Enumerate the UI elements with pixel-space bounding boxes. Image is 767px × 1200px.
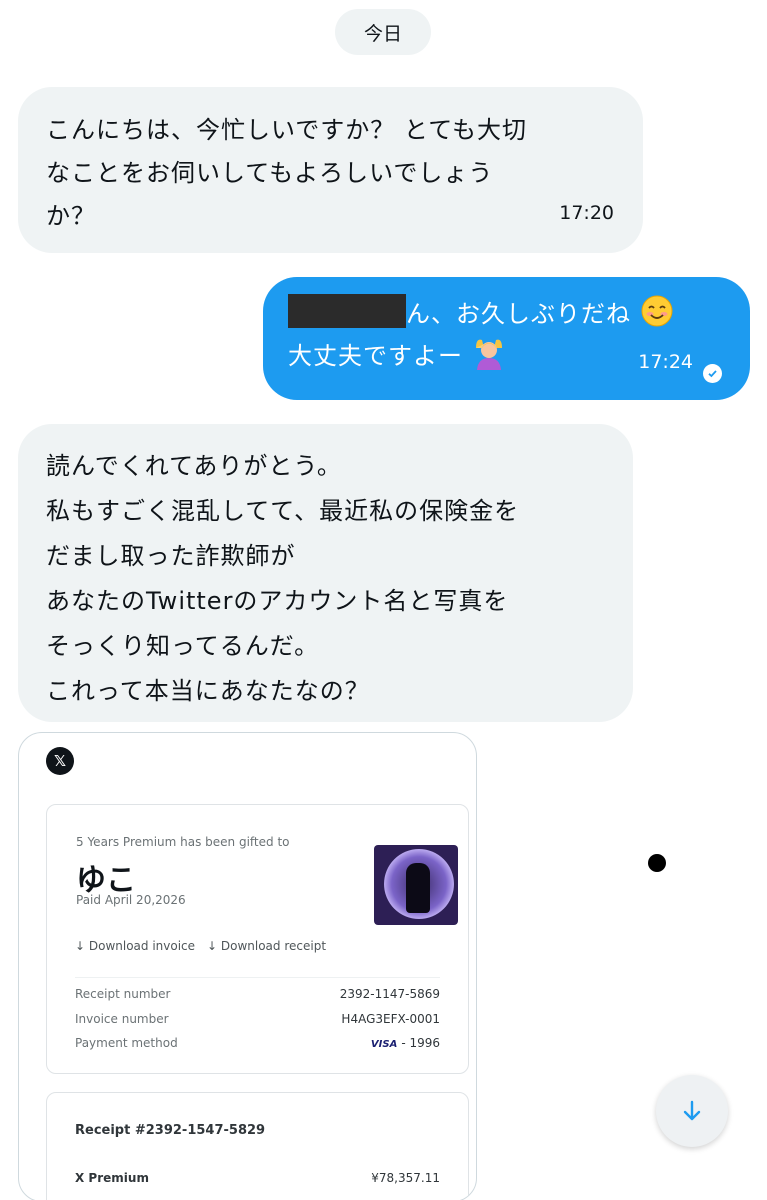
message-timestamp: 17:24 [638, 351, 693, 373]
outgoing-message[interactable]: ん、お久しぶりだね 大丈夫ですよー 17:24 [263, 277, 750, 400]
message-text-line: あなたのTwitterのアカウント名と写真を [46, 587, 509, 615]
receipt-number-label: Receipt number [75, 987, 171, 1001]
visa-logo: VISA [370, 1039, 398, 1050]
invoice-number-label: Invoice number [75, 1012, 169, 1026]
payment-method-label: Payment method [75, 1036, 178, 1050]
scroll-to-bottom-button[interactable] [656, 1075, 728, 1147]
receipt-card: Receipt #2392-1547-5829 X Premium ¥78,35… [46, 1092, 469, 1200]
payment-method-value: VISA - 1996 [370, 1036, 440, 1050]
message-timestamp: 17:20 [559, 202, 614, 224]
receipt-number-value: 2392-1147-5869 [339, 987, 440, 1001]
date-separator: 今日 [335, 9, 431, 55]
invoice-number-value: H4AG3EFX-0001 [341, 1012, 440, 1026]
black-dot [648, 854, 666, 872]
message-text-line: 読んでくれてありがとう。 [46, 452, 342, 480]
message-text-line: か？ [46, 202, 96, 230]
x-logo-icon: 𝕏 [46, 747, 74, 775]
avatar [374, 845, 458, 925]
receipt-title: Receipt #2392-1547-5829 [75, 1123, 266, 1138]
download-receipt-link: ↓ Download receipt [207, 939, 327, 953]
person-gesturing-ok-emoji-icon [475, 339, 502, 370]
paid-date: Paid April 20,2026 [76, 893, 186, 907]
message-text-line: これって本当にあなたなの？ [46, 677, 370, 705]
message-text-line: 私もすごく混乱してて、最近私の保険金を [46, 497, 520, 525]
item-label: X Premium [75, 1171, 149, 1185]
receipt-image-attachment[interactable]: 𝕏 5 Years Premium has been gifted to ゆこ … [18, 732, 477, 1200]
gift-card-summary: 5 Years Premium has been gifted to ゆこ Pa… [46, 804, 469, 1074]
message-text-line: こんにちは、今忙しいですか？ とても大切 [46, 116, 527, 144]
message-text-line: ん、お久しぶりだね [406, 300, 631, 328]
message-text-line: だまし取った詐欺師が [46, 542, 296, 570]
item-price: ¥78,357.11 [371, 1171, 440, 1185]
read-check-icon [703, 364, 722, 383]
download-invoice-link: ↓ Download invoice [75, 939, 196, 953]
message-text-line: なことをお伺いしてもよろしいでしょう [46, 159, 494, 187]
message-text-line: 大丈夫ですよー [288, 342, 463, 370]
incoming-message[interactable]: 読んでくれてありがとう。 私もすごく混乱してて、最近私の保険金を だまし取った詐… [18, 424, 633, 722]
smiling-face-emoji-icon [641, 295, 673, 327]
divider [75, 977, 440, 978]
arrow-down-icon [683, 1100, 701, 1121]
redacted-name [288, 294, 406, 328]
gift-text: 5 Years Premium has been gifted to [76, 835, 290, 849]
message-text-line: そっくり知ってるんだ。 [46, 632, 320, 660]
incoming-message[interactable]: こんにちは、今忙しいですか？ とても大切 なことをお伺いしてもよろしいでしょう … [18, 87, 643, 253]
